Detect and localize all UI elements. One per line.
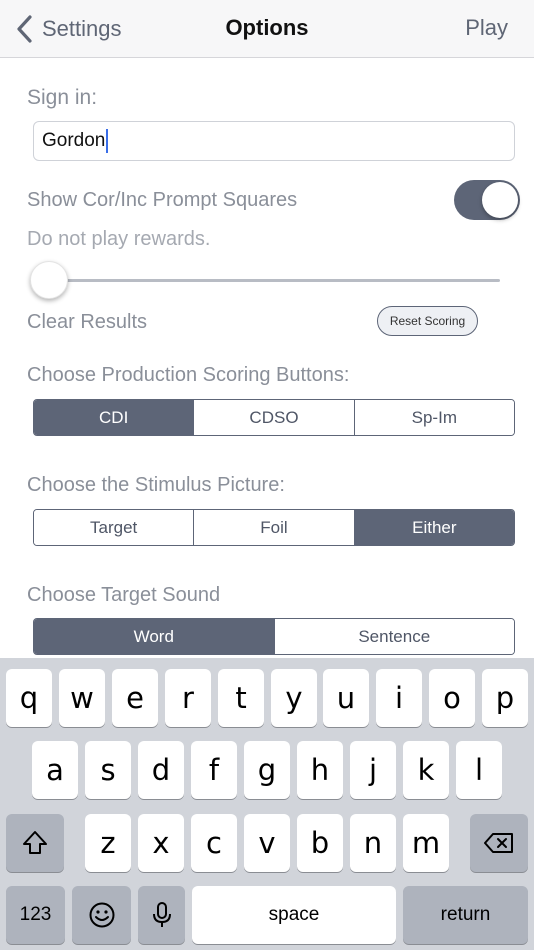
- dictation-key[interactable]: [138, 886, 185, 944]
- back-button[interactable]: Settings: [14, 14, 122, 44]
- target-sound-control: Word Sentence: [33, 618, 515, 655]
- navigation-bar: Settings Options Play: [0, 0, 534, 58]
- key-k[interactable]: k: [403, 741, 449, 799]
- key-d[interactable]: d: [138, 741, 184, 799]
- sign-in-label: Sign in:: [27, 86, 98, 109]
- segment-cdso[interactable]: CDSO: [194, 400, 355, 435]
- segment-sp-im[interactable]: Sp-Im: [354, 400, 514, 435]
- backspace-icon: [484, 833, 513, 853]
- stimulus-picture-control: Target Foil Either: [33, 509, 515, 546]
- sign-in-value: Gordon: [42, 130, 106, 151]
- shift-key[interactable]: [6, 814, 64, 872]
- rewards-slider[interactable]: [30, 260, 500, 300]
- key-c[interactable]: c: [191, 814, 237, 872]
- key-g[interactable]: g: [244, 741, 290, 799]
- chevron-left-icon: [17, 15, 32, 43]
- key-v[interactable]: v: [244, 814, 290, 872]
- key-a[interactable]: a: [32, 741, 78, 799]
- key-u[interactable]: u: [323, 669, 369, 727]
- key-j[interactable]: j: [350, 741, 396, 799]
- key-w[interactable]: w: [59, 669, 105, 727]
- key-i[interactable]: i: [376, 669, 422, 727]
- numbers-key[interactable]: 123: [6, 886, 65, 944]
- play-button[interactable]: Play: [465, 15, 508, 41]
- key-h[interactable]: h: [297, 741, 343, 799]
- slider-thumb[interactable]: [30, 261, 68, 299]
- key-e[interactable]: e: [112, 669, 158, 727]
- backspace-key[interactable]: [470, 814, 528, 872]
- key-x[interactable]: x: [138, 814, 184, 872]
- emoji-key[interactable]: [72, 886, 131, 944]
- key-p[interactable]: p: [482, 669, 528, 727]
- key-m[interactable]: m: [403, 814, 449, 872]
- key-b[interactable]: b: [297, 814, 343, 872]
- segment-foil[interactable]: Foil: [194, 510, 355, 545]
- key-f[interactable]: f: [191, 741, 237, 799]
- space-key[interactable]: space: [192, 886, 396, 944]
- segment-target[interactable]: Target: [34, 510, 195, 545]
- key-y[interactable]: y: [271, 669, 317, 727]
- production-scoring-label: Choose Production Scoring Buttons:: [27, 364, 350, 386]
- target-sound-label: Choose Target Sound: [27, 584, 221, 606]
- clear-results-label: Clear Results: [27, 311, 148, 333]
- return-key[interactable]: return: [403, 886, 528, 944]
- stimulus-picture-label: Choose the Stimulus Picture:: [27, 474, 285, 496]
- reset-scoring-button[interactable]: Reset Scoring: [377, 306, 478, 336]
- segment-sentence[interactable]: Sentence: [274, 619, 514, 654]
- segment-either[interactable]: Either: [354, 510, 514, 545]
- key-l[interactable]: l: [456, 741, 502, 799]
- prompt-squares-toggle[interactable]: [454, 180, 520, 220]
- key-o[interactable]: o: [429, 669, 475, 727]
- key-r[interactable]: r: [165, 669, 211, 727]
- key-z[interactable]: z: [85, 814, 131, 872]
- back-label: Settings: [42, 16, 122, 41]
- text-cursor: [106, 129, 109, 153]
- production-scoring-control: CDI CDSO Sp-Im: [33, 399, 515, 436]
- key-n[interactable]: n: [350, 814, 396, 872]
- key-s[interactable]: s: [85, 741, 131, 799]
- rewards-label: Do not play rewards.: [27, 228, 211, 250]
- slider-track: [30, 279, 500, 282]
- emoji-icon: [89, 902, 114, 928]
- prompt-squares-label: Show Cor/Inc Prompt Squares: [27, 189, 298, 211]
- sign-in-field[interactable]: Gordon: [33, 121, 515, 161]
- shift-icon: [23, 831, 47, 854]
- key-t[interactable]: t: [218, 669, 264, 727]
- key-q[interactable]: q: [6, 669, 52, 727]
- toggle-knob: [482, 182, 518, 218]
- segment-word[interactable]: Word: [34, 619, 275, 654]
- segment-cdi[interactable]: CDI: [34, 400, 195, 435]
- keyboard: q w e r t y u i o p a s d f g h j k l z …: [0, 658, 534, 950]
- microphone-icon: [152, 902, 171, 927]
